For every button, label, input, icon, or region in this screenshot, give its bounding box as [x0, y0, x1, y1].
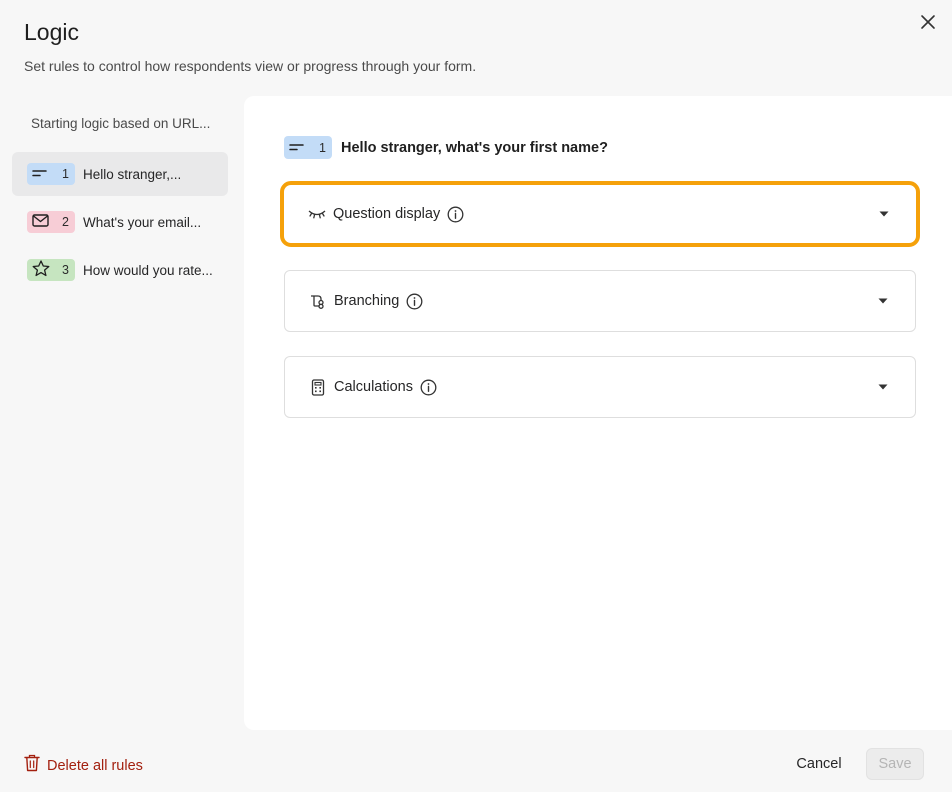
short-text-icon — [289, 141, 305, 155]
sidebar-item-label: What's your email... — [83, 214, 202, 230]
branching-icon — [309, 292, 327, 310]
info-icon[interactable] — [420, 379, 437, 396]
close-icon — [920, 14, 936, 35]
current-question: 1 Hello stranger, what's your first name… — [284, 136, 608, 159]
trash-icon — [24, 754, 40, 777]
question-badge: 1 — [27, 163, 75, 185]
question-badge: 2 — [27, 211, 75, 233]
delete-all-rules-label: Delete all rules — [47, 757, 143, 774]
calculations-panel[interactable]: Calculations — [284, 356, 916, 418]
close-button[interactable] — [916, 12, 940, 36]
question-title: Hello stranger, what's your first name? — [341, 139, 608, 156]
chevron-down-icon — [877, 295, 889, 307]
info-icon[interactable] — [447, 206, 464, 223]
question-number: 1 — [62, 167, 69, 181]
envelope-icon — [32, 214, 49, 230]
cancel-button[interactable]: Cancel — [786, 748, 852, 780]
sidebar-item-question-2[interactable]: 2 What's your email... — [12, 200, 228, 244]
sidebar-item-label: How would you rate... — [83, 262, 213, 278]
info-icon[interactable] — [406, 293, 423, 310]
logic-dialog: Logic Set rules to control how responden… — [0, 0, 952, 792]
save-button[interactable]: Save — [866, 748, 924, 780]
chevron-down-icon — [878, 208, 890, 220]
main-panel: 1 Hello stranger, what's your first name… — [244, 96, 952, 730]
question-badge: 1 — [284, 136, 332, 159]
question-badge: 3 — [27, 259, 75, 281]
question-number: 2 — [62, 215, 69, 229]
dialog-title: Logic — [24, 19, 79, 45]
delete-all-rules-button[interactable]: Delete all rules — [24, 754, 143, 777]
sidebar: Starting logic based on URL... 1 Hello s… — [0, 96, 244, 730]
question-display-panel[interactable]: Question display — [280, 181, 920, 247]
question-number: 1 — [319, 140, 326, 155]
branching-panel[interactable]: Branching — [284, 270, 916, 332]
sidebar-item-question-3[interactable]: 3 How would you rate... — [12, 248, 228, 292]
dialog-subtitle: Set rules to control how respondents vie… — [24, 58, 477, 74]
panel-label: Branching — [334, 293, 400, 309]
star-icon — [32, 260, 50, 280]
sidebar-item-label: Hello stranger,... — [83, 166, 182, 182]
short-text-icon — [32, 167, 48, 181]
sidebar-item-starting-logic[interactable]: Starting logic based on URL... — [31, 116, 210, 131]
panel-label: Question display — [333, 206, 441, 222]
sidebar-item-question-1[interactable]: 1 Hello stranger,... — [12, 152, 228, 196]
eye-closed-icon — [308, 205, 326, 223]
chevron-down-icon — [877, 381, 889, 393]
question-number: 3 — [62, 263, 69, 277]
calculator-icon — [309, 378, 327, 396]
panel-label: Calculations — [334, 379, 413, 395]
